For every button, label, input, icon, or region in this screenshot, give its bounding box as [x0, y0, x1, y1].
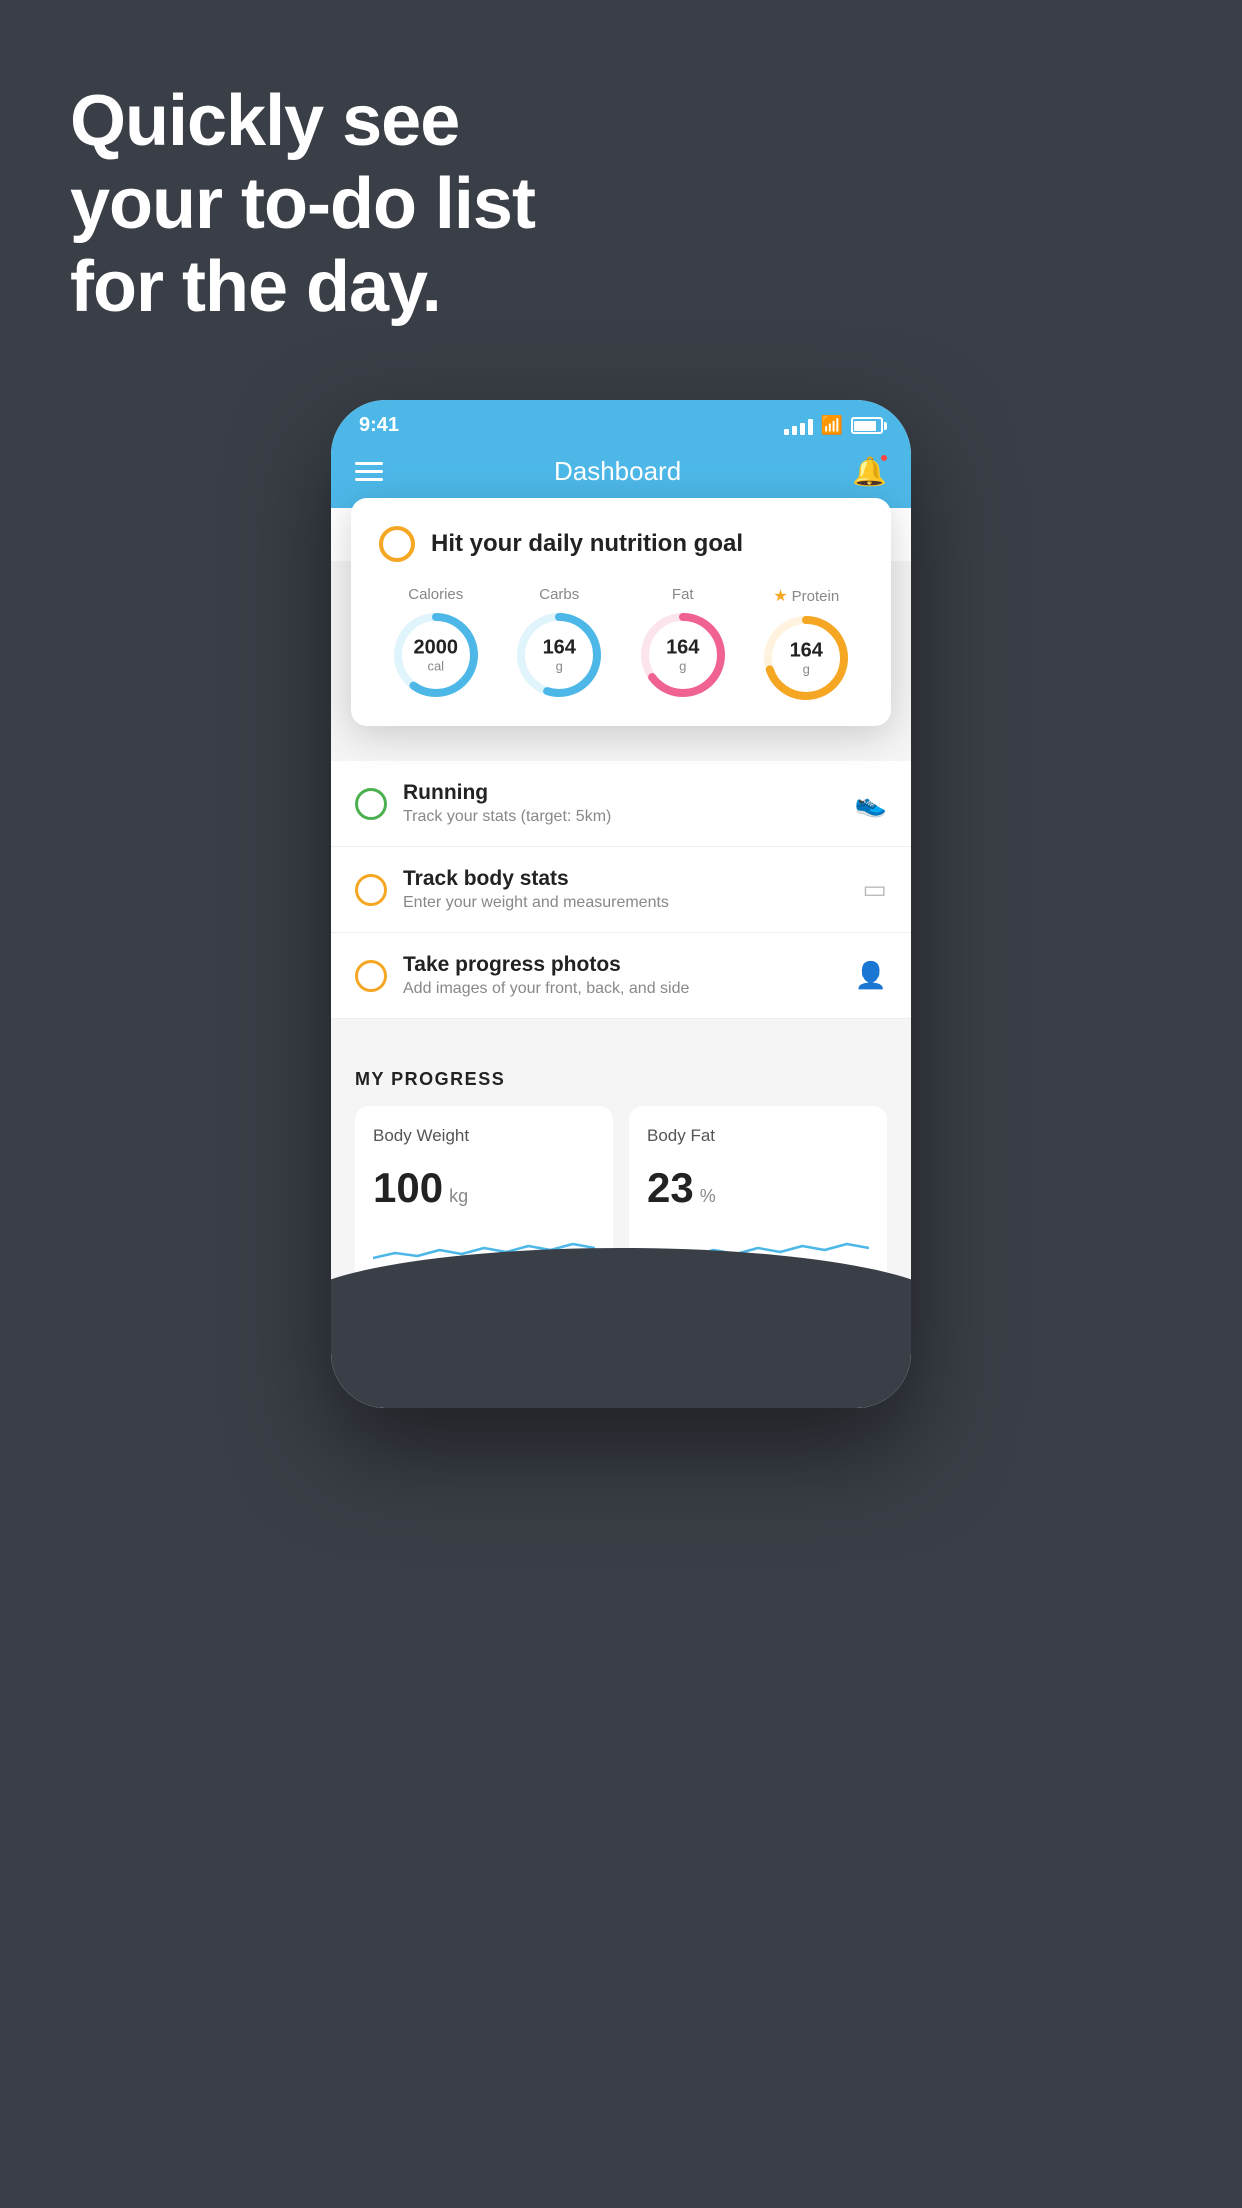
- signal-icon: [784, 417, 813, 435]
- progress-value: 100: [373, 1164, 443, 1212]
- ring-unit: g: [790, 662, 823, 677]
- app-content: THINGS TO DO TODAY Hit your daily nutrit…: [331, 508, 911, 1408]
- battery-icon: [851, 417, 883, 434]
- ring-item: ★ Protein 164 g: [762, 586, 850, 702]
- menu-button[interactable]: [355, 462, 383, 481]
- phone-mockup: 9:41 📶 Dashboard 🔔: [331, 400, 911, 1408]
- ring-item: Carbs 164 g: [515, 586, 603, 702]
- todo-info: Running Track your stats (target: 5km): [403, 781, 839, 826]
- star-icon: ★: [773, 586, 787, 606]
- ring-unit: cal: [414, 659, 459, 674]
- todo-desc: Add images of your front, back, and side: [403, 980, 839, 998]
- nutrition-card-header: Hit your daily nutrition goal: [379, 526, 863, 562]
- ring-container: 164 g: [762, 614, 850, 702]
- todo-info: Track body stats Enter your weight and m…: [403, 867, 846, 912]
- ring-value: 164: [543, 637, 576, 659]
- progress-value-row: 100 kg: [373, 1164, 595, 1212]
- ring-unit: g: [543, 659, 576, 674]
- ring-container: 2000 cal: [392, 611, 480, 699]
- ring-text: 2000 cal: [414, 637, 459, 674]
- progress-value-row: 23 %: [647, 1164, 869, 1212]
- status-icons: 📶: [784, 415, 883, 436]
- todo-name: Track body stats: [403, 867, 846, 891]
- notification-dot: [879, 453, 889, 463]
- status-time: 9:41: [359, 414, 399, 437]
- todo-info: Take progress photos Add images of your …: [403, 953, 839, 998]
- progress-card-title: Body Fat: [647, 1126, 869, 1146]
- ring-label-text: Carbs: [539, 586, 579, 603]
- hero-line1: Quickly see: [70, 80, 535, 163]
- ring-text: 164 g: [543, 637, 576, 674]
- nutrition-card-title: Hit your daily nutrition goal: [431, 530, 743, 558]
- ring-value: 164: [790, 640, 823, 662]
- ring-label-text: Fat: [672, 586, 694, 603]
- nav-title: Dashboard: [554, 456, 681, 487]
- progress-value: 23: [647, 1164, 694, 1212]
- todo-action-icon: 👤: [855, 960, 887, 991]
- hero-line2: your to-do list: [70, 163, 535, 246]
- progress-unit: %: [700, 1186, 716, 1207]
- ring-value: 2000: [414, 637, 459, 659]
- todo-circle: [355, 960, 387, 992]
- ring-text: 164 g: [790, 640, 823, 677]
- progress-card-title: Body Weight: [373, 1126, 595, 1146]
- ring-label: Fat: [672, 586, 694, 603]
- todo-list: Running Track your stats (target: 5km) 👟…: [331, 761, 911, 1019]
- ring-container: 164 g: [515, 611, 603, 699]
- todo-desc: Enter your weight and measurements: [403, 894, 846, 912]
- ring-unit: g: [666, 659, 699, 674]
- nutrition-rings: Calories 2000 cal Carbs 164 g Fat 164 g …: [379, 586, 863, 702]
- todo-name: Running: [403, 781, 839, 805]
- ring-container: 164 g: [639, 611, 727, 699]
- progress-header: MY PROGRESS: [355, 1049, 887, 1106]
- ring-label: Calories: [408, 586, 463, 603]
- hero-line3: for the day.: [70, 246, 535, 329]
- todo-action-icon: 👟: [855, 788, 887, 819]
- ring-label-text: Protein: [792, 588, 840, 605]
- ring-label: ★ Protein: [773, 586, 839, 606]
- todo-circle: [355, 788, 387, 820]
- todo-action-icon: ▭: [862, 874, 887, 905]
- todo-item[interactable]: Track body stats Enter your weight and m…: [331, 847, 911, 933]
- todo-circle: [355, 874, 387, 906]
- progress-unit: kg: [449, 1186, 468, 1207]
- todo-item[interactable]: Take progress photos Add images of your …: [331, 933, 911, 1019]
- ring-item: Fat 164 g: [639, 586, 727, 702]
- todo-desc: Track your stats (target: 5km): [403, 808, 839, 826]
- nutrition-card[interactable]: Hit your daily nutrition goal Calories 2…: [351, 498, 891, 726]
- todo-name: Take progress photos: [403, 953, 839, 977]
- ring-text: 164 g: [666, 637, 699, 674]
- ring-label: Carbs: [539, 586, 579, 603]
- ring-label-text: Calories: [408, 586, 463, 603]
- todo-check-circle[interactable]: [379, 526, 415, 562]
- notification-button[interactable]: 🔔: [852, 455, 887, 488]
- todo-item[interactable]: Running Track your stats (target: 5km) 👟: [331, 761, 911, 847]
- ring-item: Calories 2000 cal: [392, 586, 480, 702]
- wifi-icon: 📶: [821, 415, 843, 436]
- hero-text: Quickly see your to-do list for the day.: [70, 80, 535, 328]
- status-bar: 9:41 📶: [331, 400, 911, 445]
- ring-value: 164: [666, 637, 699, 659]
- bg-shape: [331, 1248, 911, 1408]
